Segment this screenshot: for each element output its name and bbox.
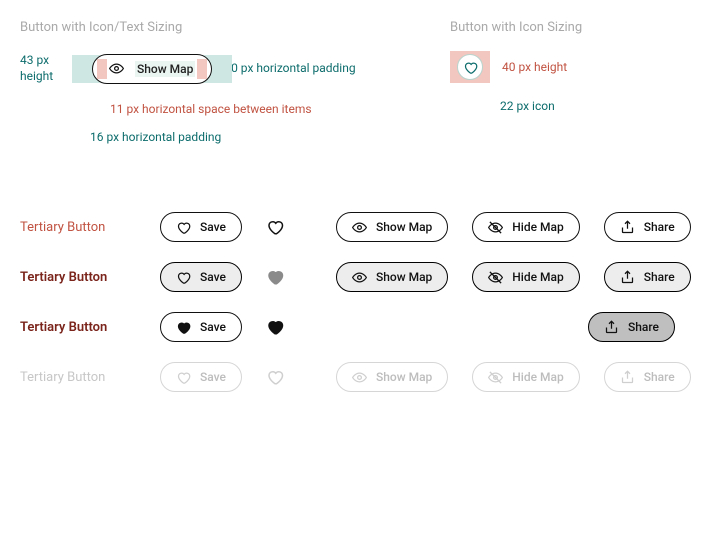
share-button[interactable]: Share — [604, 212, 691, 242]
button-label: Hide Map — [512, 270, 563, 284]
heart-icon — [176, 220, 191, 235]
annotation-outerpad: 16 px horizontal padding — [90, 130, 410, 144]
row-label: Tertiary Button — [20, 270, 160, 285]
spec-icon-button — [450, 51, 490, 83]
button-label: Share — [644, 370, 675, 384]
show-map-button[interactable]: Show Map — [336, 212, 448, 242]
spec-section-title: Button with Icon/Text Sizing — [20, 20, 410, 35]
heart-icon — [176, 370, 191, 385]
eye-icon — [352, 220, 367, 235]
row-label: Tertiary Button — [20, 370, 160, 385]
share-icon — [604, 320, 619, 335]
share-icon — [620, 270, 635, 285]
save-button[interactable]: Save — [160, 262, 242, 292]
annotation-gap: 11 px horizontal space between items — [110, 102, 410, 116]
share-icon — [620, 370, 635, 385]
save-button[interactable]: Save — [160, 312, 242, 342]
share-icon — [620, 220, 635, 235]
share-button[interactable]: Share — [588, 312, 675, 342]
share-button: Share — [604, 362, 691, 392]
heart-button[interactable] — [266, 318, 284, 336]
share-button[interactable]: Share — [604, 262, 691, 292]
button-label: Save — [200, 370, 226, 384]
hide-map-button[interactable]: Hide Map — [472, 212, 579, 242]
spec-button-label: Show Map — [135, 61, 195, 77]
hide-map-button[interactable]: Hide Map — [472, 262, 579, 292]
eye-icon — [352, 370, 367, 385]
button-label: Hide Map — [512, 370, 563, 384]
button-label: Show Map — [376, 220, 432, 234]
show-map-button: Show Map — [336, 362, 448, 392]
annotation-icon-height: 40 px height — [502, 60, 567, 74]
heart-icon — [176, 320, 191, 335]
button-label: Save — [200, 320, 226, 334]
button-label: Share — [644, 220, 675, 234]
annotation-icon-size: 22 px icon — [500, 99, 700, 113]
spec-button: Show Map — [92, 54, 212, 84]
annotation-height: 43 px height — [20, 53, 80, 84]
eye-icon — [352, 270, 367, 285]
heart-button[interactable] — [266, 218, 284, 236]
button-label: Show Map — [376, 370, 432, 384]
heart-button[interactable] — [266, 268, 284, 286]
heart-button — [266, 368, 284, 386]
spec-section-title: Button with Icon Sizing — [450, 20, 700, 35]
save-button: Save — [160, 362, 242, 392]
eye-off-icon — [488, 370, 503, 385]
row-label: Tertiary Button — [20, 220, 160, 235]
annotation-hpad: 10 px horizontal padding — [224, 61, 355, 77]
button-label: Save — [200, 220, 226, 234]
button-label: Share — [644, 270, 675, 284]
hide-map-button: Hide Map — [472, 362, 579, 392]
heart-icon — [463, 60, 478, 75]
show-map-button[interactable]: Show Map — [336, 262, 448, 292]
eye-off-icon — [488, 270, 503, 285]
save-button[interactable]: Save — [160, 212, 242, 242]
heart-icon — [176, 270, 191, 285]
button-label: Save — [200, 270, 226, 284]
eye-off-icon — [488, 220, 503, 235]
row-label: Tertiary Button — [20, 320, 160, 335]
button-label: Hide Map — [512, 220, 563, 234]
eye-icon — [109, 61, 124, 76]
button-label: Show Map — [376, 270, 432, 284]
button-label: Share — [628, 320, 659, 334]
